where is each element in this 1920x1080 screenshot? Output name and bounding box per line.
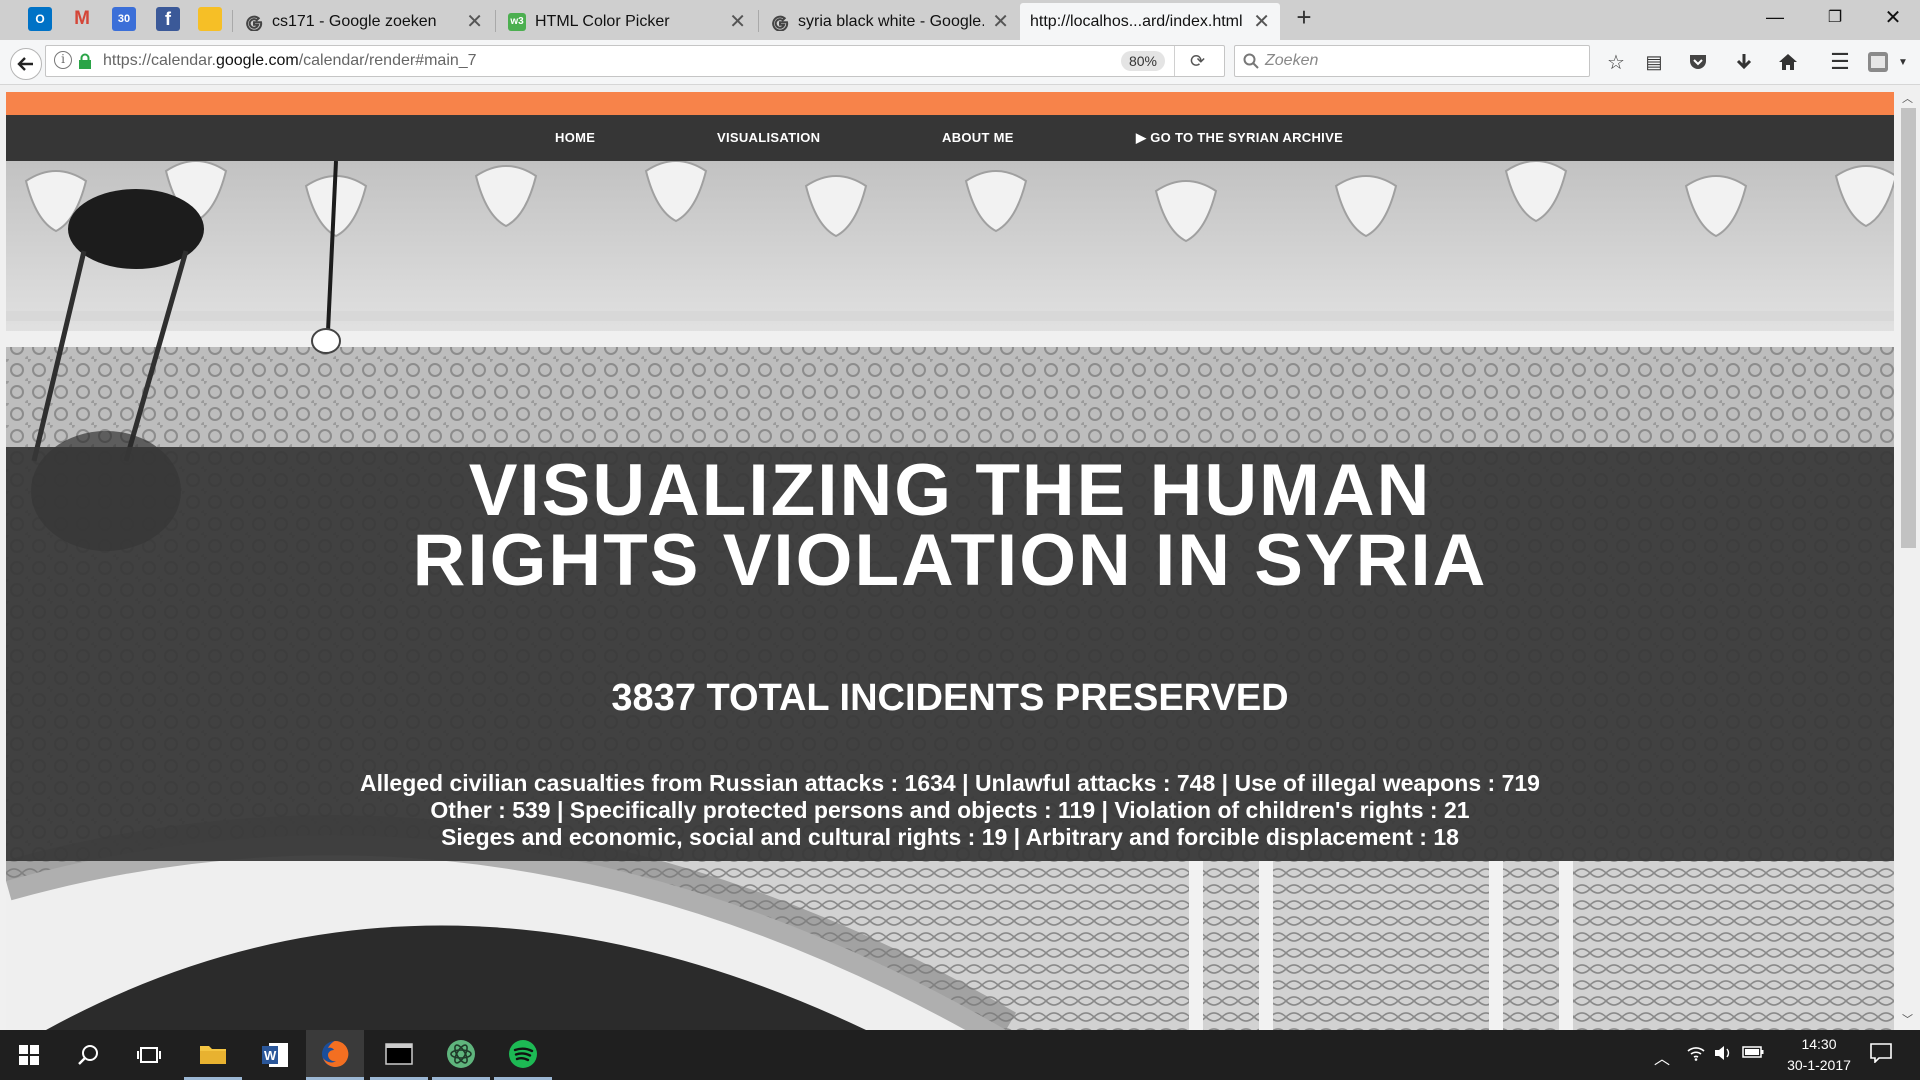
- browser-navigation-bar: i https://calendar.google.com/calendar/r…: [0, 40, 1920, 85]
- tab-separator: [758, 10, 759, 32]
- notifications-icon[interactable]: [1870, 1043, 1892, 1068]
- clock[interactable]: 14:30 30-1-2017: [1764, 1034, 1874, 1076]
- scroll-up-icon[interactable]: ︿: [1902, 90, 1913, 106]
- show-hidden-icons[interactable]: ︿: [1654, 1045, 1670, 1069]
- hero-title-line-2: RIGHTS VIOLATION IN SYRIA: [412, 520, 1488, 601]
- incidents-total: 3837 TOTAL INCIDENTS PRESERVED: [611, 677, 1289, 719]
- spotify-icon[interactable]: [494, 1030, 552, 1080]
- incident-stats-line-1: Alleged civilian casualties from Russian…: [360, 770, 1540, 796]
- clock-time: 14:30: [1801, 1036, 1837, 1052]
- minimize-button[interactable]: —: [1752, 0, 1798, 34]
- nav-syrian-archive[interactable]: ▶ GO TO THE SYRIAN ARCHIVE: [1136, 115, 1343, 161]
- google-icon: [245, 13, 263, 31]
- volume-icon[interactable]: [1714, 1045, 1732, 1066]
- tab-cs171[interactable]: cs171 - Google zoeken ✕: [235, 3, 493, 40]
- nav-about-me[interactable]: ABOUT ME: [942, 115, 1014, 161]
- terminal-icon[interactable]: [370, 1030, 428, 1080]
- close-tab-icon[interactable]: ✕: [992, 9, 1009, 34]
- clock-date: 30-1-2017: [1787, 1057, 1851, 1073]
- back-arrow-icon: [17, 57, 33, 71]
- task-view-icon[interactable]: [120, 1030, 178, 1080]
- google-icon: [771, 13, 789, 31]
- divider: [1174, 46, 1175, 76]
- url-bar[interactable]: i https://calendar.google.com/calendar/r…: [45, 45, 1225, 77]
- hero-section: VISUALIZING THE HUMAN RIGHTS VIOLATION I…: [6, 161, 1894, 1030]
- page-scrollbar[interactable]: ︿ ﹀: [1897, 88, 1920, 1031]
- search-icon: [1243, 53, 1259, 69]
- web-page: HOME VISUALISATION ABOUT ME ▶ GO TO THE …: [6, 92, 1894, 1030]
- google-keep-icon[interactable]: [198, 7, 222, 31]
- scrollbar-thumb[interactable]: [1901, 108, 1916, 548]
- incident-stats-line-2: Other : 539 | Specifically protected per…: [430, 797, 1470, 823]
- close-tab-icon[interactable]: ✕: [1253, 9, 1270, 34]
- close-tab-icon[interactable]: ✕: [466, 9, 483, 34]
- wifi-icon[interactable]: [1687, 1045, 1705, 1066]
- bookmarks-library-icon[interactable]: ▤: [1640, 49, 1668, 75]
- lock-icon: [78, 53, 92, 75]
- file-explorer-icon[interactable]: [184, 1030, 242, 1080]
- menu-icon[interactable]: ☰: [1826, 49, 1854, 75]
- search-bar[interactable]: Zoeken: [1234, 45, 1590, 77]
- tab-html-color-picker[interactable]: w3 HTML Color Picker ✕: [498, 3, 756, 40]
- word-icon[interactable]: W: [246, 1030, 304, 1080]
- downloads-icon[interactable]: [1730, 49, 1758, 75]
- svg-text:W: W: [264, 1048, 277, 1063]
- bookmark-star-icon[interactable]: ☆: [1602, 49, 1630, 75]
- zoom-level-badge[interactable]: 80%: [1121, 51, 1165, 71]
- search-icon[interactable]: [60, 1030, 118, 1080]
- tab-separator: [495, 10, 496, 32]
- atom-icon[interactable]: [432, 1030, 490, 1080]
- chevron-down-icon[interactable]: ▼: [1896, 49, 1910, 75]
- close-window-button[interactable]: ✕: [1870, 0, 1916, 34]
- url-text: https://calendar.google.com/calendar/ren…: [103, 52, 477, 69]
- extension-icon[interactable]: [1864, 49, 1892, 75]
- windows-start-icon[interactable]: [0, 1030, 58, 1080]
- windows-taskbar: W ︿ 14:30 30-1-2017: [0, 1030, 1920, 1080]
- tab-separator: [232, 10, 233, 32]
- back-button[interactable]: [10, 48, 42, 80]
- info-icon[interactable]: i: [54, 51, 72, 69]
- tab-syria-black-white[interactable]: syria black white - Google... ✕: [761, 3, 1019, 40]
- home-icon[interactable]: [1774, 49, 1802, 75]
- w3schools-icon: w3: [508, 12, 526, 31]
- hero-overlay: VISUALIZING THE HUMAN RIGHTS VIOLATION I…: [6, 447, 1894, 861]
- gmail-icon[interactable]: M: [70, 7, 94, 31]
- accent-bar: [6, 92, 1894, 115]
- facebook-icon[interactable]: f: [156, 7, 180, 31]
- google-calendar-icon[interactable]: 30: [112, 7, 136, 31]
- browser-tab-bar: O M 30 f cs171 - Google zoeken ✕ w3 HTML…: [0, 0, 1920, 40]
- reload-icon[interactable]: ⟳: [1190, 51, 1205, 72]
- tab-localhost-active[interactable]: http://localhos...ard/index.html ✕: [1020, 3, 1280, 40]
- nav-visualisation[interactable]: VISUALISATION: [717, 115, 820, 161]
- close-tab-icon[interactable]: ✕: [729, 9, 746, 34]
- scroll-down-icon[interactable]: ﹀: [1902, 1011, 1913, 1027]
- search-placeholder: Zoeken: [1265, 52, 1319, 69]
- pocket-icon[interactable]: [1684, 49, 1712, 75]
- nav-home[interactable]: HOME: [555, 115, 595, 161]
- new-tab-button[interactable]: +: [1281, 0, 1327, 34]
- outlook-icon[interactable]: O: [28, 7, 52, 31]
- incident-stats-line-3: Sieges and economic, social and cultural…: [441, 824, 1459, 850]
- site-navigation: HOME VISUALISATION ABOUT ME ▶ GO TO THE …: [6, 115, 1894, 161]
- firefox-icon[interactable]: [306, 1030, 364, 1080]
- battery-icon[interactable]: [1742, 1045, 1764, 1064]
- restore-button[interactable]: ❐: [1812, 0, 1858, 34]
